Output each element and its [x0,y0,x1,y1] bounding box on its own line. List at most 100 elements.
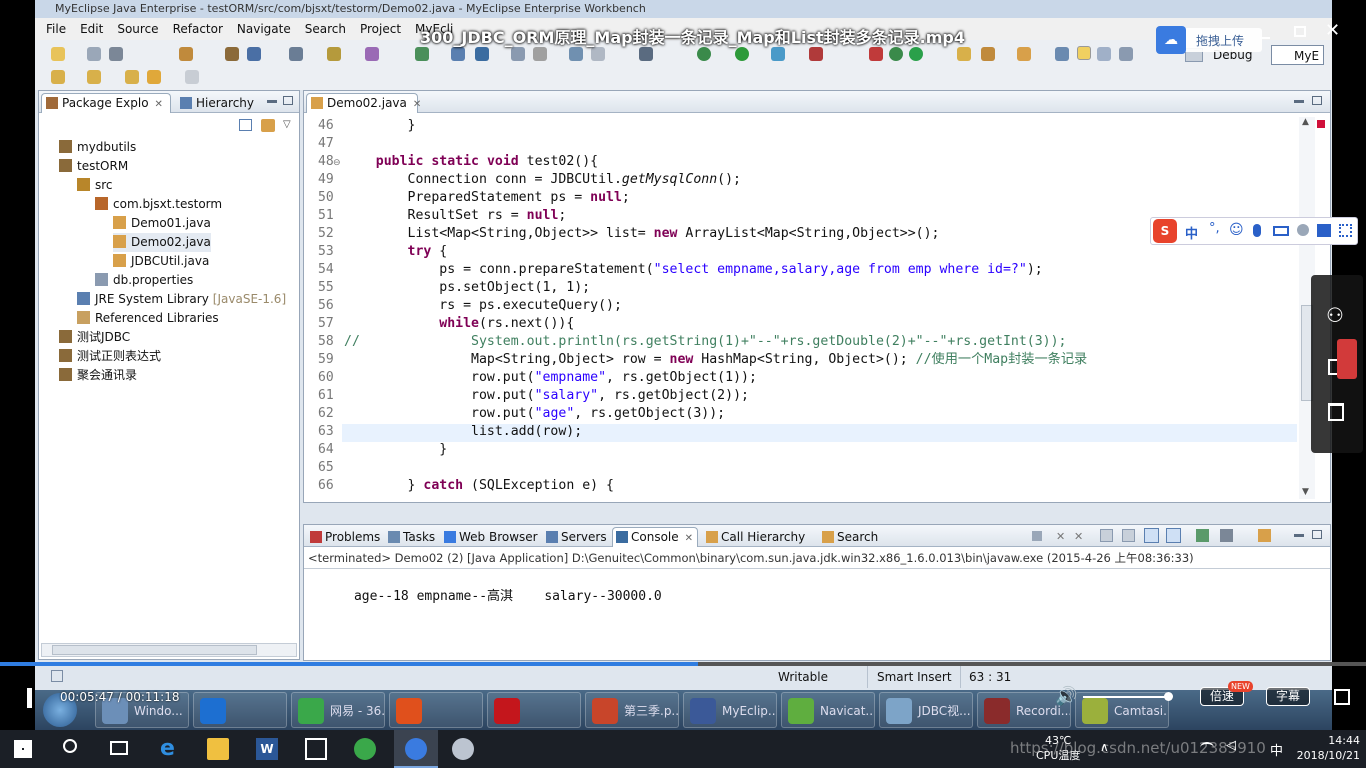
chevron-up-icon[interactable]: ∧ [1100,740,1109,754]
browser-360-icon[interactable] [354,738,376,760]
pencil-icon[interactable] [981,47,995,61]
network-icon[interactable] [1200,742,1214,754]
show-on-output-icon[interactable] [1166,528,1181,543]
remove-launch-icon[interactable]: ✕ [1056,530,1065,543]
menu-navigate[interactable]: Navigate [230,22,298,36]
close-player-icon[interactable]: ✕ [1325,20,1340,41]
tree-item[interactable]: testORM [59,157,128,176]
tray-clock[interactable]: 14:44 2018/10/21 [1294,733,1360,763]
menu-file[interactable]: File [39,22,73,36]
maximize-icon[interactable] [1312,96,1322,105]
tree-item[interactable]: JDBCUtil.java [113,252,209,271]
tree-item[interactable]: 测试正则表达式 [59,347,161,366]
scroll-down-icon[interactable]: ▼ [1302,487,1309,497]
bug-icon[interactable] [809,47,823,61]
scroll-up-icon[interactable]: ▲ [1302,117,1309,127]
code-line[interactable]: 64 } [304,441,1294,459]
uml-icon[interactable] [533,47,547,61]
db-icon[interactable] [415,47,429,61]
refresh-icon[interactable] [909,47,923,61]
pause-icon[interactable] [27,688,32,708]
link-icon[interactable] [475,47,489,61]
code-line[interactable]: 54 ps = conn.prepareStatement("select em… [304,261,1294,279]
tree-item[interactable]: db.properties [95,271,193,290]
code-line[interactable]: 59 Map<String,Object> row = new HashMap<… [304,351,1294,369]
tree-item[interactable]: Demo01.java [113,214,211,233]
menu-project[interactable]: Project [353,22,408,36]
back-icon[interactable] [147,70,161,84]
tab-demo02-java[interactable]: Demo02.java ✕ [306,93,421,113]
code-line[interactable]: 53 try { [304,243,1294,261]
terminate-icon[interactable] [1032,531,1042,541]
baidu-netdisk-taskbar-item[interactable] [394,730,438,768]
remove-all-icon[interactable]: ✕ [1074,530,1083,543]
menu-edit[interactable]: Edit [73,22,110,36]
tree-item[interactable]: mydbutils [59,138,136,157]
layout-icon[interactable] [591,47,605,61]
scroll-lock-icon[interactable] [1122,529,1135,542]
close-icon[interactable]: ✕ [685,533,693,544]
console-output[interactable]: age--18 empname--高淇 salary--30000.0 [307,570,662,619]
debug-run-icon[interactable] [697,47,711,61]
forward-icon[interactable] [185,70,199,84]
code-line[interactable]: 65 [304,459,1294,477]
code-line[interactable]: 49 Connection conn = JDBCUtil.getMysqlCo… [304,171,1294,189]
next-annotation-icon[interactable] [51,70,65,84]
search-icon[interactable] [63,739,77,753]
monitor-icon[interactable] [639,47,653,61]
tree-item[interactable]: Referenced Libraries [77,309,219,328]
tab-hierarchy[interactable]: Hierarchy [175,93,261,113]
redpacket-icon[interactable] [1337,339,1357,379]
code-line[interactable]: 63 list.add(row); [304,423,1294,441]
collapse-all-icon[interactable] [239,119,252,131]
maximize-icon[interactable] [1312,530,1322,539]
save-icon[interactable] [87,47,101,61]
code-line[interactable]: 58 // System.out.println(rs.getString(1)+… [304,333,1294,351]
tree-item[interactable]: src [77,176,113,195]
run-config-icon[interactable] [771,47,785,61]
menu-search[interactable]: Search [298,22,353,36]
code-line[interactable]: 62 row.put("age", rs.getObject(3)); [304,405,1294,423]
tab-call-hierarchy[interactable]: Call Hierarchy [702,527,810,547]
run-icon[interactable] [735,47,749,61]
tab-servers[interactable]: Servers [542,527,612,547]
annotation-icon[interactable] [1055,47,1069,61]
code-area[interactable]: 46 } 47 48 public static void test02(){49 … [304,117,1299,497]
volume-knob[interactable] [1164,692,1173,701]
code-line[interactable]: 56 rs = ps.executeQuery(); [304,297,1294,315]
tab-package-explorer[interactable]: Package Explo ✕ [41,93,171,113]
pin-console-icon[interactable] [1196,529,1209,542]
last-edit-icon[interactable] [125,70,139,84]
store-icon[interactable] [305,738,327,760]
server-icon[interactable] [247,47,261,61]
speaker-icon[interactable]: ◁ [1226,738,1236,753]
word-wrap-icon[interactable] [1144,528,1159,543]
close-icon[interactable]: ✕ [155,99,163,110]
open-folder-icon[interactable] [957,47,971,61]
file-explorer-icon[interactable] [207,738,229,760]
fullscreen-icon[interactable] [1334,689,1350,705]
menu-source[interactable]: Source [110,22,165,36]
tree-item[interactable]: com.bjsxt.testorm [95,195,222,214]
volume-slider[interactable] [1083,696,1169,698]
code-line[interactable]: 46 } [304,117,1294,135]
player-app-icon[interactable] [452,738,474,760]
word-icon[interactable]: W [256,738,278,760]
mark-icon[interactable] [1097,47,1111,61]
code-line[interactable]: 61 row.put("salary", rs.getObject(2)); [304,387,1294,405]
subtitle-button[interactable]: 字幕 [1266,687,1310,706]
open-console-icon[interactable] [1258,529,1271,542]
db-browser-icon[interactable] [451,47,465,61]
task-view-icon[interactable] [110,741,128,755]
maximize-icon[interactable] [283,96,293,105]
tree-item[interactable]: 聚会通讯录 [59,366,137,385]
scroll-thumb[interactable] [52,645,257,655]
tab-problems[interactable]: Problems [306,527,385,547]
pilcrow-icon[interactable] [1119,47,1133,61]
horizontal-scrollbar[interactable] [41,643,297,657]
tree-item[interactable]: JRE System Library [JavaSE-1.6] [77,290,286,309]
tree-item[interactable]: 测试JDBC [59,328,130,347]
tab-search[interactable]: Search [818,527,883,547]
new-icon[interactable] [51,47,65,61]
start-icon[interactable] [14,740,32,758]
